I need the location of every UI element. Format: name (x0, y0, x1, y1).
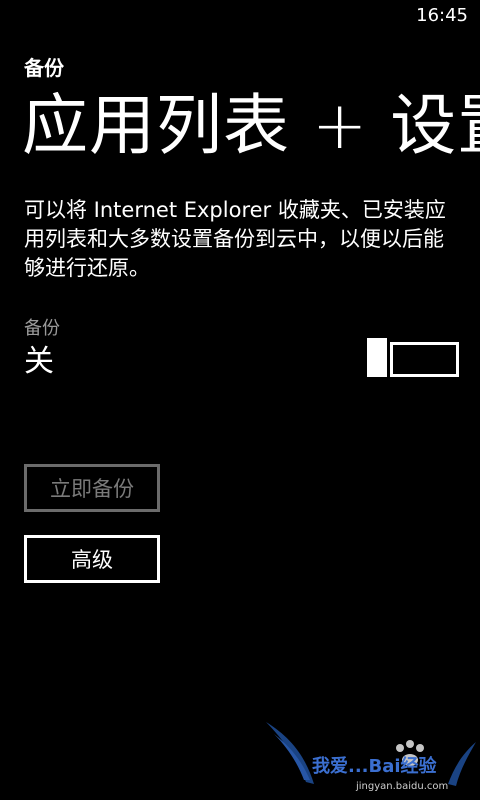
status-clock: 16:45 (416, 5, 468, 26)
backup-description: 可以将 Internet Explorer 收藏夹、已安装应用列表和大多数设置备… (24, 198, 446, 280)
backup-toggle-switch[interactable] (390, 342, 459, 377)
advanced-button[interactable]: 高级 (24, 535, 160, 583)
app-title: 备份 (24, 56, 64, 80)
page-title-container: 应用列表 + 设置 (0, 78, 480, 178)
watermark-site: jingyan.baidu.com (356, 781, 449, 792)
page-title: 应用列表 + 设置 (22, 87, 480, 164)
backup-now-button[interactable]: 立即备份 (24, 464, 160, 512)
watermark-text: 我爱...Bai经验 (312, 756, 437, 777)
backup-toggle-thumb[interactable] (367, 338, 387, 377)
status-bar: 16:45 (0, 0, 480, 32)
backup-toggle-state: 关 (24, 344, 54, 379)
backup-toggle-label: 备份 (24, 318, 60, 339)
